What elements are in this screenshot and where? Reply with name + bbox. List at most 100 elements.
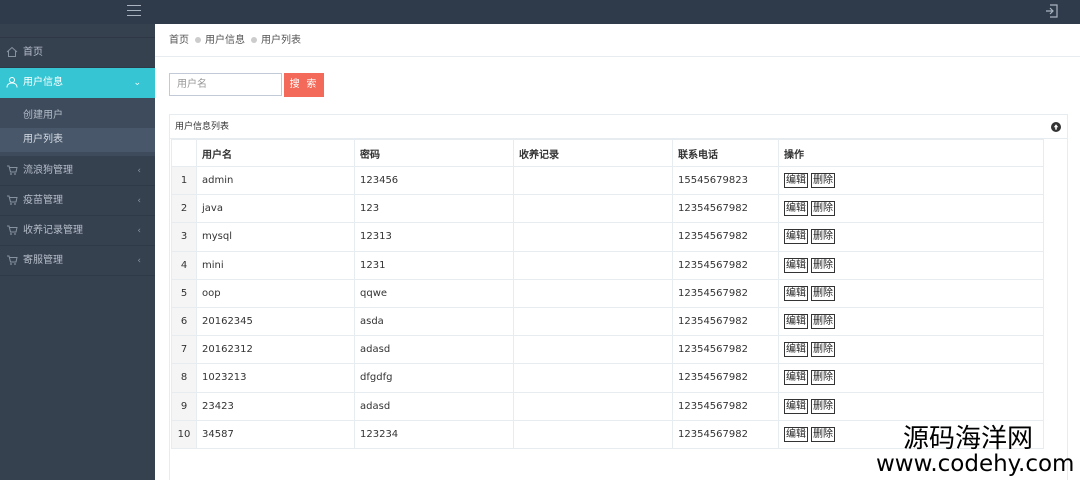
row-index: 4 [171, 250, 197, 280]
collapse-up-icon[interactable] [1051, 122, 1061, 132]
delete-button[interactable]: 删除 [811, 342, 835, 358]
logout-icon[interactable] [1044, 3, 1060, 19]
delete-button[interactable]: 删除 [811, 426, 835, 442]
panel-title: 用户信息列表 [175, 122, 230, 132]
cell-username: mini [196, 250, 355, 280]
cell-adoption-record [513, 250, 673, 280]
sidebar-item-stray-dogs[interactable]: 流浪狗管理 ‹ [0, 156, 155, 186]
watermark: 源码海洋网 www.codehy.com [876, 424, 1080, 480]
edit-button[interactable]: 编辑 [784, 201, 808, 217]
chevron-down-icon: ⌄ [133, 78, 141, 88]
cell-adoption-record [513, 165, 673, 196]
cell-phone: 12354567982 [672, 306, 779, 337]
column-header-actions: 操作 [778, 139, 1044, 167]
submenu-user-info: 创建用户 用户列表 [0, 98, 155, 156]
edit-button[interactable]: 编辑 [784, 426, 808, 442]
cell-actions: 编辑 删除 [778, 391, 1044, 421]
cell-password: 12313 [354, 222, 514, 252]
breadcrumb-home[interactable]: 首页 [169, 35, 189, 46]
sidebar-item-label: 寄服管理 [23, 255, 63, 266]
delete-button[interactable]: 删除 [811, 285, 835, 301]
cell-phone: 15545679823 [672, 165, 779, 196]
cell-actions: 编辑 删除 [778, 165, 1044, 196]
cart-icon [7, 195, 18, 205]
table-row: 1 admin 123456 15545679823 编辑 删除 [171, 165, 1044, 196]
cell-username: 23423 [196, 391, 355, 421]
cell-password: adasd [354, 335, 514, 365]
table-row: 7 20162312 adasd 12354567982 编辑 删除 [171, 335, 1044, 365]
cell-phone: 12354567982 [672, 250, 779, 280]
home-icon [6, 46, 18, 57]
chevron-left-icon: ‹ [137, 226, 141, 236]
column-header-username: 用户名 [196, 139, 355, 167]
column-header-password: 密码 [354, 139, 514, 167]
cell-adoption-record [513, 419, 673, 449]
sidebar: 首页 用户信息 ⌄ 创建用户 用户列表 流浪狗管理 ‹ 疫苗管理 ‹ 收养记录管… [0, 24, 155, 480]
chevron-left-icon: ‹ [137, 166, 141, 176]
cell-actions: 编辑 删除 [778, 250, 1044, 280]
search-button[interactable]: 搜 索 [284, 73, 324, 97]
sidebar-item-vaccines[interactable]: 疫苗管理 ‹ [0, 186, 155, 216]
sidebar-item-user-info[interactable]: 用户信息 ⌄ [0, 68, 155, 98]
cell-phone: 12354567982 [672, 278, 779, 308]
cell-phone: 12354567982 [672, 363, 779, 393]
sidebar-item-label: 首页 [23, 47, 43, 58]
row-index: 10 [171, 419, 197, 449]
sidebar-subitem-user-list[interactable]: 用户列表 [0, 128, 155, 152]
delete-button[interactable]: 删除 [811, 201, 835, 217]
delete-button[interactable]: 删除 [811, 370, 835, 386]
row-index: 7 [171, 335, 197, 365]
sidebar-item-label: 收养记录管理 [23, 225, 83, 236]
cell-username: 20162345 [196, 306, 355, 337]
sidebar-item-label: 流浪狗管理 [23, 165, 73, 176]
edit-button[interactable]: 编辑 [784, 342, 808, 358]
cell-password: asda [354, 306, 514, 337]
delete-button[interactable]: 删除 [811, 229, 835, 245]
edit-button[interactable]: 编辑 [784, 285, 808, 301]
delete-button[interactable]: 删除 [811, 314, 835, 330]
table-row: 4 mini 1231 12354567982 编辑 删除 [171, 250, 1044, 280]
delete-button[interactable]: 删除 [811, 173, 835, 189]
username-search-input[interactable] [169, 73, 282, 96]
cell-password: 123 [354, 194, 514, 224]
top-bar [0, 0, 1080, 24]
delete-button[interactable]: 删除 [811, 257, 835, 273]
row-index: 5 [171, 278, 197, 308]
cell-password: 123234 [354, 419, 514, 449]
breadcrumb-user-list: 用户列表 [261, 35, 301, 46]
table-body: 1 admin 123456 15545679823 编辑 删除 2 java 123 12354… [171, 165, 1044, 449]
sidebar-subitem-create-user[interactable]: 创建用户 [0, 104, 155, 128]
cell-actions: 编辑 删除 [778, 363, 1044, 393]
edit-button[interactable]: 编辑 [784, 229, 808, 245]
edit-button[interactable]: 编辑 [784, 257, 808, 273]
cell-actions: 编辑 删除 [778, 278, 1044, 308]
user-icon [6, 77, 18, 88]
edit-button[interactable]: 编辑 [784, 398, 808, 414]
cell-phone: 12354567982 [672, 391, 779, 421]
cell-adoption-record [513, 306, 673, 337]
table-row: 3 mysql 12313 12354567982 编辑 删除 [171, 222, 1044, 252]
cell-adoption-record [513, 391, 673, 421]
hamburger-icon[interactable] [127, 5, 141, 17]
chevron-left-icon: ‹ [137, 256, 141, 266]
watermark-line2: www.codehy.com [876, 451, 1075, 477]
breadcrumb-user-info[interactable]: 用户信息 [205, 35, 245, 46]
sidebar-item-adoption-records[interactable]: 收养记录管理 ‹ [0, 216, 155, 246]
cell-adoption-record [513, 335, 673, 365]
table-row: 5 oop qqwe 12354567982 编辑 删除 [171, 278, 1044, 308]
cell-adoption-record [513, 222, 673, 252]
cell-phone: 12354567982 [672, 194, 779, 224]
delete-button[interactable]: 删除 [811, 398, 835, 414]
dot-separator-icon [251, 36, 257, 43]
edit-button[interactable]: 编辑 [784, 370, 808, 386]
table-row: 9 23423 adasd 12354567982 编辑 删除 [171, 391, 1044, 421]
edit-button[interactable]: 编辑 [784, 314, 808, 330]
cell-adoption-record [513, 278, 673, 308]
table-header-row: 用户名 密码 收养记录 联系电话 操作 [171, 139, 1044, 167]
cell-phone: 12354567982 [672, 222, 779, 252]
table-row: 8 1023213 dfgdfg 12354567982 编辑 删除 [171, 363, 1044, 393]
cell-phone: 12354567982 [672, 419, 779, 449]
sidebar-item-home[interactable]: 首页 [0, 38, 155, 68]
sidebar-item-boarding[interactable]: 寄服管理 ‹ [0, 246, 155, 276]
edit-button[interactable]: 编辑 [784, 173, 808, 189]
